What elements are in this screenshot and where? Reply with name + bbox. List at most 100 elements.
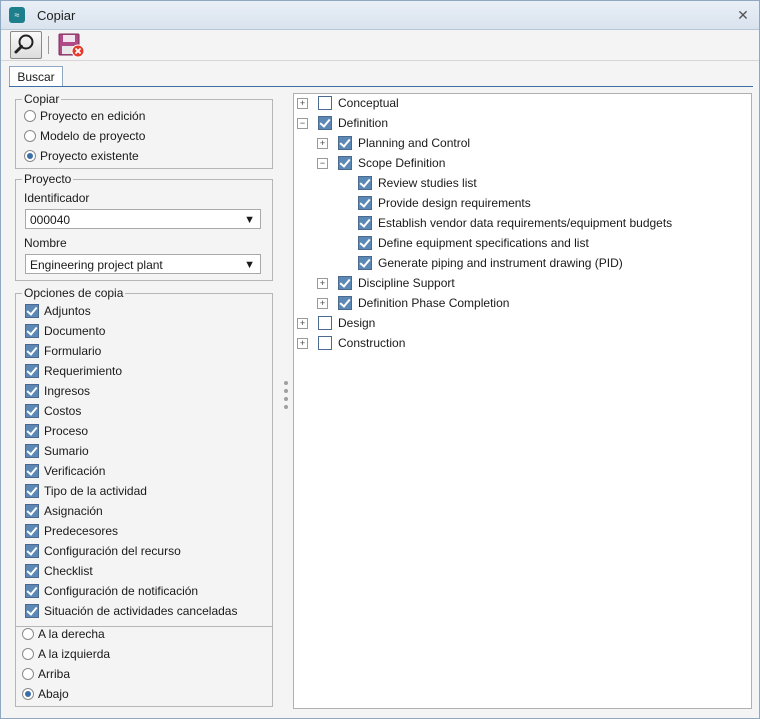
- checkbox[interactable]: [25, 444, 39, 458]
- radio-modelo-de-proyecto[interactable]: Modelo de proyecto: [24, 127, 145, 145]
- checkbox[interactable]: [25, 324, 39, 338]
- checkbox[interactable]: [25, 564, 39, 578]
- tree-node[interactable]: Establish vendor data requirements/equip…: [337, 214, 672, 232]
- tree-checkbox[interactable]: [338, 136, 352, 150]
- expand-icon[interactable]: +: [317, 137, 328, 149]
- radio-button[interactable]: [24, 150, 36, 162]
- checkbox[interactable]: [25, 304, 39, 318]
- radio-button[interactable]: [24, 130, 36, 142]
- tree-node-label: Discipline Support: [358, 276, 455, 290]
- tree-node[interactable]: + Conceptual: [297, 94, 399, 112]
- tree-checkbox[interactable]: [358, 176, 372, 190]
- tree-node-label: Definition: [338, 116, 389, 130]
- tree-checkbox[interactable]: [358, 256, 372, 270]
- collapse-icon[interactable]: −: [317, 157, 328, 169]
- opciones-legend: Opciones de copia: [22, 286, 126, 300]
- save-cancel-icon: [58, 33, 85, 58]
- identificador-select[interactable]: 000040 ▼: [25, 209, 261, 229]
- posicion-radio-row[interactable]: Arriba: [22, 665, 70, 683]
- checkbox[interactable]: [25, 464, 39, 478]
- tree-checkbox[interactable]: [318, 116, 332, 130]
- expand-icon[interactable]: +: [317, 297, 328, 309]
- tree-node[interactable]: Generate piping and instrument drawing (…: [337, 254, 623, 272]
- opcion-checkbox-row[interactable]: Situación de actividades canceladas: [25, 602, 237, 620]
- opcion-checkbox-row[interactable]: Verificación: [25, 462, 105, 480]
- cancel-save-button[interactable]: [55, 31, 87, 59]
- opcion-checkbox-row[interactable]: Ingresos: [25, 382, 90, 400]
- nombre-select[interactable]: Engineering project plant ▼: [25, 254, 261, 274]
- tree-checkbox[interactable]: [318, 316, 332, 330]
- opcion-checkbox-row[interactable]: Configuración del recurso: [25, 542, 181, 560]
- checkbox-label: Documento: [44, 324, 106, 338]
- tree-node[interactable]: − Scope Definition: [317, 154, 445, 172]
- tree-node[interactable]: Provide design requirements: [337, 194, 531, 212]
- left-panel: Copiar Proyecto en edición Modelo de pro…: [15, 92, 273, 707]
- tree-checkbox[interactable]: [318, 336, 332, 350]
- checkbox[interactable]: [25, 524, 39, 538]
- expand-icon[interactable]: +: [297, 97, 308, 109]
- radio-label: Proyecto en edición: [40, 109, 146, 123]
- checkbox[interactable]: [25, 404, 39, 418]
- checkbox[interactable]: [25, 584, 39, 598]
- opcion-checkbox-row[interactable]: Formulario: [25, 342, 101, 360]
- tree-node-label: Define equipment specifications and list: [378, 236, 589, 250]
- panel-splitter-handle[interactable]: [284, 381, 288, 417]
- checkbox[interactable]: [25, 364, 39, 378]
- tree-node[interactable]: Review studies list: [337, 174, 477, 192]
- opcion-checkbox-row[interactable]: Proceso: [25, 422, 88, 440]
- tree-node[interactable]: + Construction: [297, 334, 405, 352]
- tree-checkbox[interactable]: [358, 196, 372, 210]
- expand-icon[interactable]: +: [297, 337, 308, 349]
- posicion-radio-row[interactable]: A la derecha: [22, 625, 105, 643]
- wbs-tree: + Conceptual − Definition + Planning and Cont…: [293, 93, 752, 709]
- tree-node[interactable]: − Definition: [297, 114, 388, 132]
- tree-checkbox[interactable]: [318, 96, 332, 110]
- radio-button[interactable]: [22, 648, 34, 660]
- opcion-checkbox-row[interactable]: Tipo de la actividad: [25, 482, 147, 500]
- posicion-radio-row[interactable]: A la izquierda: [22, 645, 110, 663]
- posicion-radio-row[interactable]: Abajo: [22, 685, 69, 703]
- tree-node-label: Establish vendor data requirements/equip…: [378, 216, 673, 230]
- tree-node[interactable]: + Definition Phase Completion: [317, 294, 509, 312]
- opcion-checkbox-row[interactable]: Asignación: [25, 502, 103, 520]
- checkbox[interactable]: [25, 424, 39, 438]
- close-icon[interactable]: ✕: [733, 5, 753, 25]
- tree-node[interactable]: + Planning and Control: [317, 134, 470, 152]
- tree-node[interactable]: + Discipline Support: [317, 274, 455, 292]
- radio-button[interactable]: [22, 668, 34, 680]
- tree-checkbox[interactable]: [338, 156, 352, 170]
- opcion-checkbox-row[interactable]: Configuración de notificación: [25, 582, 198, 600]
- opcion-checkbox-row[interactable]: Costos: [25, 402, 81, 420]
- expand-icon[interactable]: +: [297, 317, 308, 329]
- checkbox[interactable]: [25, 604, 39, 618]
- opcion-checkbox-row[interactable]: Adjuntos: [25, 302, 91, 320]
- tree-node[interactable]: + Design: [297, 314, 375, 332]
- checkbox[interactable]: [25, 344, 39, 358]
- radio-proyecto-existente[interactable]: Proyecto existente: [24, 147, 139, 165]
- opcion-checkbox-row[interactable]: Requerimiento: [25, 362, 122, 380]
- checkbox[interactable]: [25, 544, 39, 558]
- title-bar: ≈ Copiar ✕: [1, 1, 759, 30]
- checkbox-label: Adjuntos: [44, 304, 91, 318]
- checkbox[interactable]: [25, 484, 39, 498]
- checkbox[interactable]: [25, 384, 39, 398]
- collapse-icon[interactable]: −: [297, 117, 308, 129]
- opcion-checkbox-row[interactable]: Predecesores: [25, 522, 118, 540]
- search-button[interactable]: [10, 31, 42, 59]
- radio-button[interactable]: [22, 688, 34, 700]
- tab-buscar[interactable]: Buscar: [9, 66, 63, 87]
- opcion-checkbox-row[interactable]: Documento: [25, 322, 105, 340]
- radio-button[interactable]: [22, 628, 34, 640]
- tree-checkbox[interactable]: [358, 216, 372, 230]
- tree-checkbox[interactable]: [358, 236, 372, 250]
- tree-checkbox[interactable]: [338, 276, 352, 290]
- tree-node[interactable]: Define equipment specifications and list: [337, 234, 589, 252]
- tree-checkbox[interactable]: [338, 296, 352, 310]
- radio-button[interactable]: [24, 110, 36, 122]
- radio-proyecto-en-edicion[interactable]: Proyecto en edición: [24, 107, 145, 125]
- radio-label: Arriba: [38, 667, 71, 681]
- opcion-checkbox-row[interactable]: Sumario: [25, 442, 89, 460]
- opcion-checkbox-row[interactable]: Checklist: [25, 562, 93, 580]
- expand-icon[interactable]: +: [317, 277, 328, 289]
- checkbox[interactable]: [25, 504, 39, 518]
